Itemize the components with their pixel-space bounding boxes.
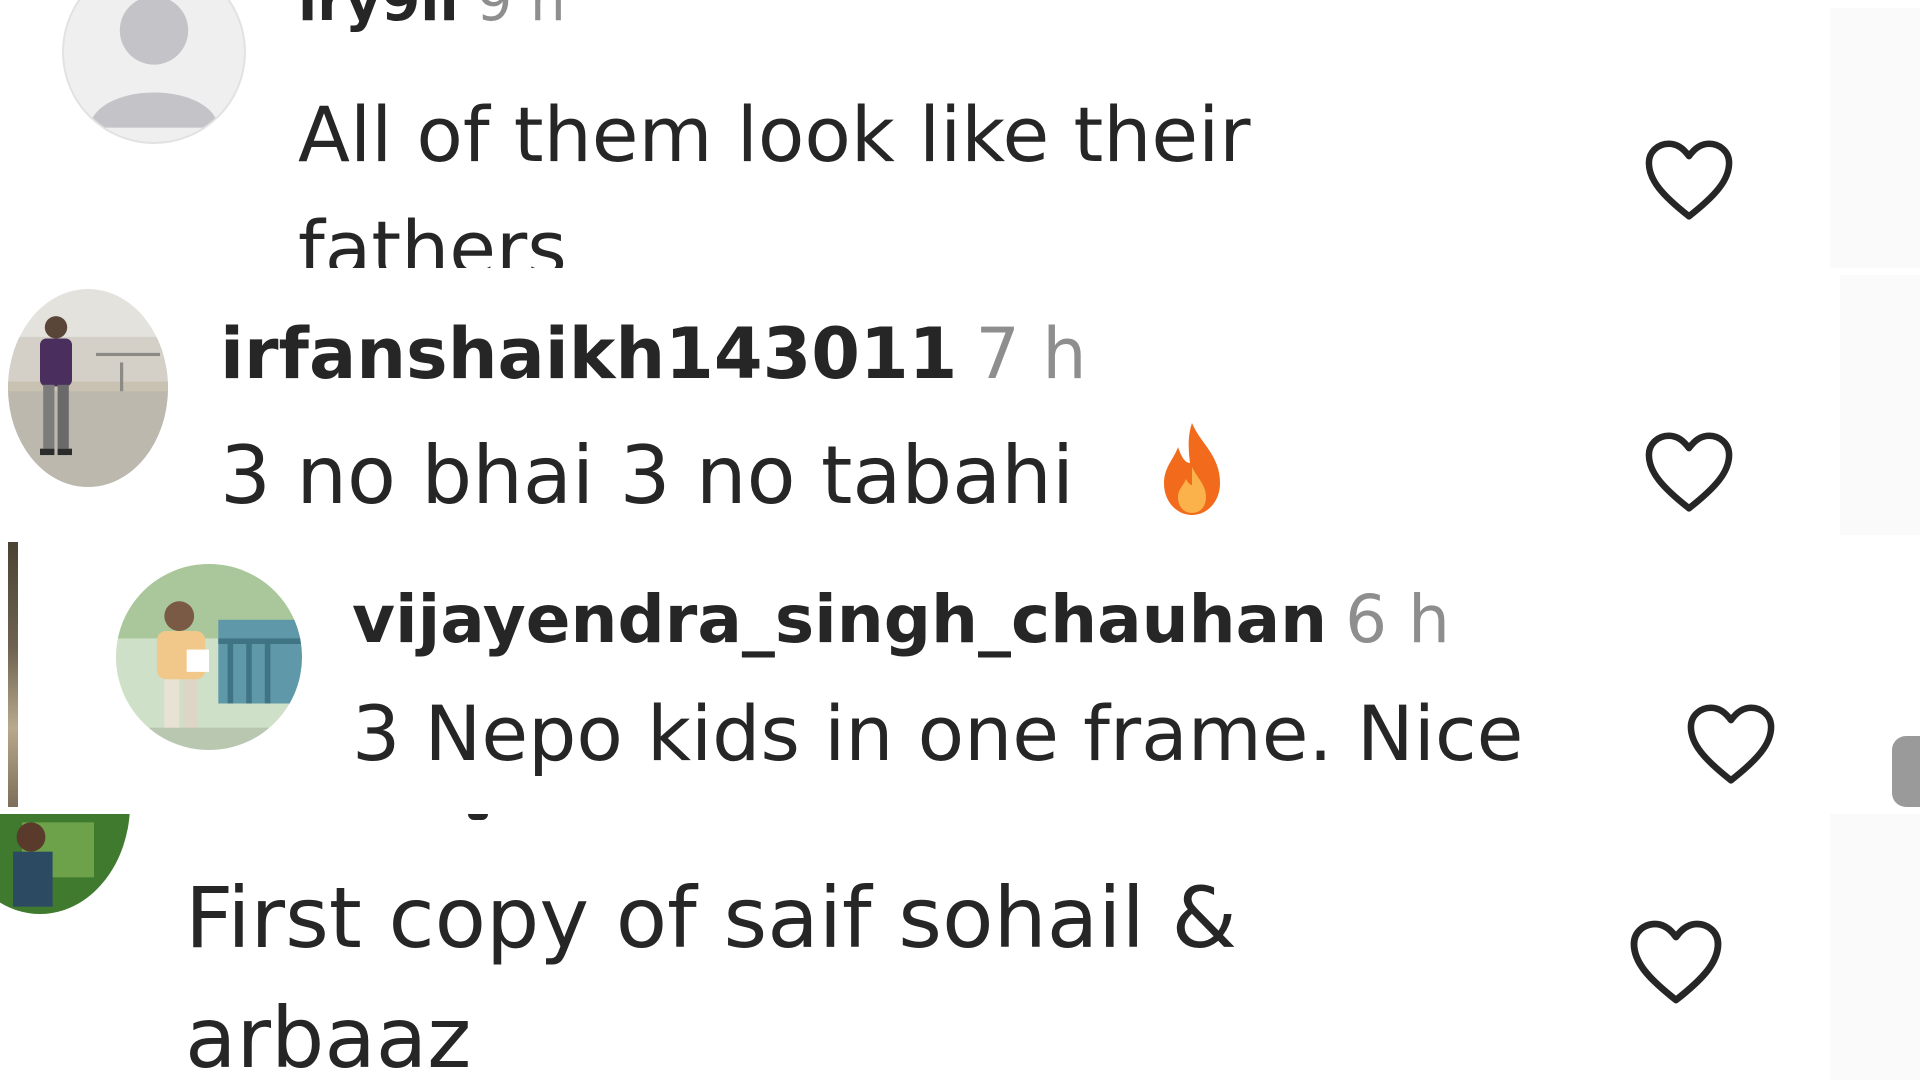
heart-outline-icon[interactable] (1643, 138, 1735, 222)
left-edge-photo-strip (8, 542, 18, 807)
comment-4-text: First copy of saif sohail & arbaaz (185, 869, 1238, 1080)
comment-strip-3: vijayendra_singh_chauhan 6 h 3 Nepo kids … (0, 542, 1920, 807)
comment-1-time: 9 h (476, 0, 566, 34)
comment-3-time: 6 h (1345, 581, 1450, 658)
cut-username-fragment (468, 814, 488, 820)
comment-strip-4: First copy of saif sohail & arbaaz (0, 814, 1920, 1080)
comment-strip-2: irfanshaikh143011 7 h 3 no bhai 3 no taba… (0, 275, 1920, 535)
user-photo-avatar[interactable] (116, 564, 302, 750)
comment-2-text: 3 no bhai 3 no tabahi (220, 419, 1232, 532)
default-avatar-icon[interactable] (62, 0, 246, 144)
right-panel-edge (1830, 8, 1920, 268)
comment-2-time: 7 h (975, 313, 1087, 395)
right-panel-edge (1840, 275, 1920, 535)
comment-3-username[interactable]: vijayendra_singh_chauhan (352, 581, 1327, 658)
fire-emoji-icon (1152, 419, 1232, 519)
right-panel-edge (1830, 814, 1920, 1080)
comment-1-text: All of them look like their fathers (298, 90, 1251, 268)
comment-1-username[interactable]: iry9ll (298, 0, 459, 34)
comment-3-text: 3 Nepo kids in one frame. Nice (352, 689, 1524, 778)
heart-outline-icon[interactable] (1643, 430, 1735, 514)
comment-2-header: irfanshaikh143011 7 h (220, 309, 1087, 399)
comment-1-header: iry9ll 9 h (298, 0, 566, 36)
heart-outline-icon[interactable] (1685, 702, 1777, 786)
scrollbar-thumb[interactable] (1892, 736, 1920, 807)
user-photo-avatar[interactable] (8, 289, 168, 487)
comment-2-username[interactable]: irfanshaikh143011 (220, 313, 957, 395)
user-photo-avatar[interactable] (0, 814, 130, 914)
comment-3-header: vijayendra_singh_chauhan 6 h (352, 577, 1450, 663)
comment-strip-1: iry9ll 9 h All of them look like their fa… (0, 0, 1920, 268)
heart-outline-icon[interactable] (1628, 918, 1724, 1006)
